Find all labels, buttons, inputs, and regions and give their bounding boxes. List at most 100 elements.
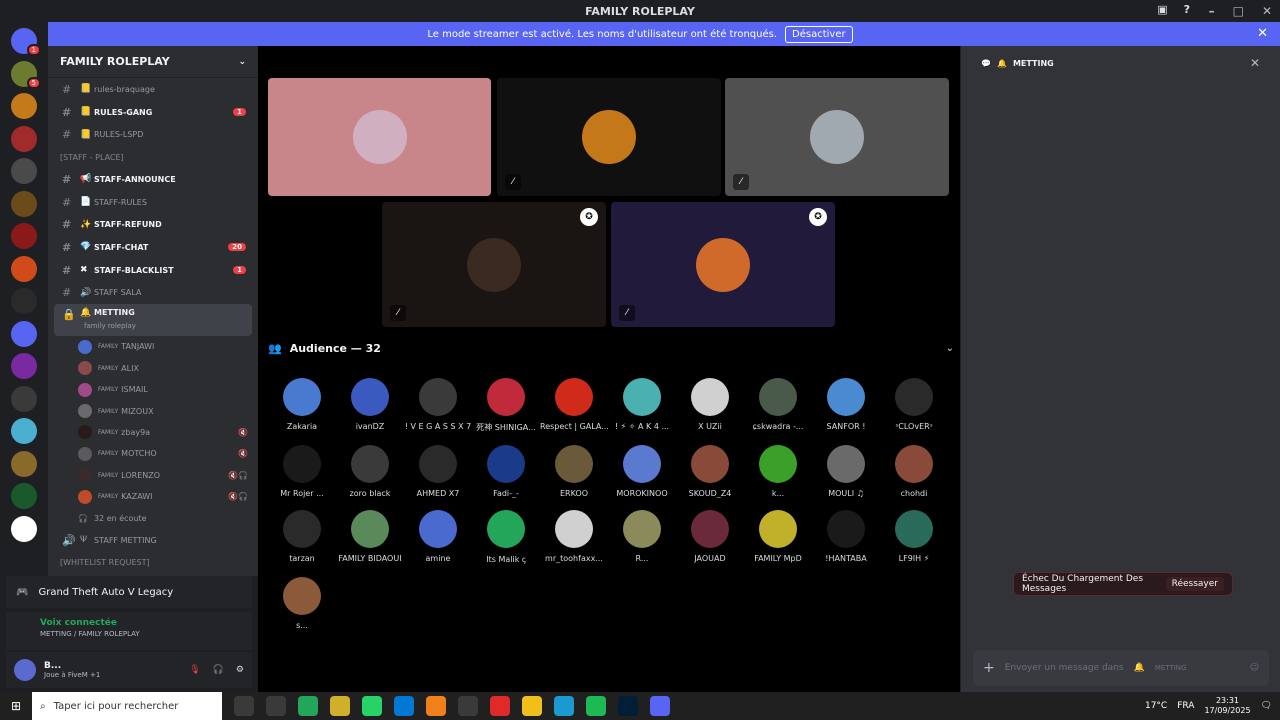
server-icon[interactable]	[11, 125, 37, 152]
voice-user[interactable]: FAMILY MIZOUX	[48, 400, 258, 421]
maximize-button[interactable]: □	[1233, 4, 1244, 18]
audience-member[interactable]: 死神 SHINIGA...	[472, 376, 540, 433]
audience-member[interactable]: Respect | GALA...	[540, 376, 608, 433]
help-icon[interactable]: ?	[1184, 3, 1190, 16]
stage-video-tile[interactable]: ⁄ ✪	[611, 202, 835, 327]
server-icon[interactable]	[11, 385, 37, 412]
audience-member[interactable]: amine	[404, 508, 472, 565]
stage-video-tile[interactable]: ⁄	[725, 78, 949, 196]
notification-icon[interactable]: 🗨	[1261, 701, 1272, 711]
server-icon[interactable]	[11, 255, 37, 282]
app-icon[interactable]	[618, 696, 638, 716]
channel-item[interactable]: # 🔊 STAFF SALA	[48, 282, 258, 305]
audience-member[interactable]: tarzan	[268, 508, 336, 565]
audience-member[interactable]: FAMILY BIDAOUI	[336, 508, 404, 565]
app-icon[interactable]	[394, 696, 414, 716]
server-icon[interactable]	[11, 515, 37, 542]
stage-video-tile[interactable]: ⁄ ✪	[382, 202, 606, 327]
audience-member[interactable]: Fadi-_-	[472, 443, 540, 498]
channel-item[interactable]: # ✨ STAFF-REFUND	[48, 213, 258, 236]
voice-user[interactable]: FAMILY TANJAWI	[48, 336, 258, 357]
app-icon[interactable]	[330, 696, 350, 716]
voice-user[interactable]: FAMILY ISMAIL	[48, 379, 258, 400]
channel-staff-metting[interactable]: 🔊 Ψ STAFF METTING	[48, 529, 258, 552]
audience-member[interactable]: !HANTABA	[812, 508, 880, 565]
voice-user[interactable]: FAMILY zbay9a 🔇	[48, 422, 258, 443]
disable-streamer-button[interactable]: Désactiver	[785, 25, 853, 43]
app-icon[interactable]	[362, 696, 382, 716]
voice-user[interactable]: FAMILY LORENZO 🔇🎧	[48, 465, 258, 486]
audience-member[interactable]: X UZii	[676, 376, 744, 433]
server-icon[interactable]: 1	[11, 28, 41, 56]
chevron-down-icon[interactable]: ⌄	[946, 343, 954, 354]
server-icon[interactable]	[11, 320, 37, 347]
audience-member[interactable]: AHMED X7	[404, 443, 472, 498]
channel-metting[interactable]: 🔒 🔔 METTING family roleplay	[54, 304, 252, 337]
audience-member[interactable]: FAMILY MpD	[744, 508, 812, 565]
server-icon[interactable]	[11, 93, 37, 119]
app-icon[interactable]	[266, 696, 286, 716]
server-icon[interactable]	[11, 223, 37, 249]
audience-member[interactable]: mr_toohfaxx...	[540, 508, 608, 565]
category-whitelist[interactable]: [WHITELIST REQUEST]	[48, 551, 258, 573]
taskbar-search[interactable]: ⌕ Taper ici pour rechercher	[32, 692, 222, 720]
channel-item[interactable]: # 📒 rules-braquage	[48, 78, 258, 101]
channel-item[interactable]: # 📄 STAFF-RULES	[48, 191, 258, 214]
audience-member[interactable]: JAOUAD	[676, 508, 744, 565]
channel-item[interactable]: # 💎 STAFF-CHAT 20	[48, 236, 258, 259]
language[interactable]: FRA	[1177, 701, 1194, 711]
audience-member[interactable]: LF9IH ⚡	[880, 508, 948, 565]
voice-user[interactable]: FAMILY ALIX	[48, 358, 258, 379]
server-icon[interactable]	[11, 418, 37, 444]
app-icon[interactable]	[234, 696, 254, 716]
clock[interactable]: 23:31 17/09/2025	[1204, 696, 1250, 716]
channel-item[interactable]: # 📢 STAFF-ANNOUNCE	[48, 168, 258, 191]
server-icon[interactable]	[11, 353, 37, 379]
audience-member[interactable]: Its Malik ꞔ	[472, 508, 540, 565]
audience-member[interactable]: MOULI ♫	[812, 443, 880, 498]
voice-user[interactable]: FAMILY KAZAWI 🔇🎧	[48, 486, 258, 507]
activity-panel[interactable]: 🎮 Grand Theft Auto V Legacy	[6, 576, 252, 608]
app-icon[interactable]	[426, 696, 446, 716]
audience-member[interactable]: ! ⚡ ✧ A K 4 ...	[608, 376, 676, 433]
audience-member[interactable]: R...	[608, 508, 676, 565]
server-icon[interactable]	[11, 483, 37, 509]
channel-item[interactable]: # 📒 RULES-GANG 1	[48, 101, 258, 124]
close-banner-icon[interactable]: ✕	[1257, 26, 1268, 41]
app-icon[interactable]	[650, 696, 670, 716]
app-icon[interactable]	[554, 696, 574, 716]
retry-button[interactable]: Réessayer	[1165, 577, 1224, 591]
channel-item[interactable]: # 📒 RULES-LSPD	[48, 123, 258, 146]
audience-member[interactable]: ˢCLOᴠERˢ	[880, 376, 948, 433]
emoji-icon[interactable]: ☺	[1250, 663, 1259, 673]
audience-member[interactable]: k...	[744, 443, 812, 498]
audience-member[interactable]: SANFOR !	[812, 376, 880, 433]
category-staff[interactable]: [STAFF - PLACE]	[48, 146, 258, 168]
audience-member[interactable]: ɕskwadra -...	[744, 376, 812, 433]
minimize-button[interactable]: –	[1209, 4, 1215, 18]
guild-header[interactable]: FAMILY ROLEPLAY ⌄	[48, 46, 258, 78]
mute-mic-icon[interactable]: 🎙	[189, 665, 200, 675]
voice-user[interactable]: FAMILY MOTCHO 🔇	[48, 443, 258, 464]
close-chat-icon[interactable]: ✕	[1250, 56, 1260, 70]
stage-video-tile[interactable]	[268, 78, 491, 196]
server-icon[interactable]	[11, 190, 37, 217]
audience-member[interactable]: s...	[268, 575, 336, 630]
app-icon[interactable]	[458, 696, 478, 716]
server-icon[interactable]: 5	[11, 60, 41, 89]
avatar[interactable]	[14, 659, 36, 681]
message-input[interactable]: + Envoyer un message dans 🔔 METTING ☺	[973, 650, 1269, 686]
app-icon[interactable]	[586, 696, 606, 716]
audience-member[interactable]: ! V E G A S S X 7	[404, 376, 472, 433]
server-icon[interactable]	[11, 450, 37, 477]
windows-start-icon[interactable]: ⊞	[0, 699, 32, 713]
app-icon[interactable]	[522, 696, 542, 716]
inbox-icon[interactable]: ▣	[1157, 3, 1167, 16]
audience-member[interactable]: Zakaria	[268, 376, 336, 433]
close-window-button[interactable]: ✕	[1262, 4, 1272, 18]
app-icon[interactable]	[298, 696, 318, 716]
plus-icon[interactable]: +	[983, 660, 995, 676]
audience-member[interactable]: ERKOO	[540, 443, 608, 498]
audience-member[interactable]: Mr Rojer ...	[268, 443, 336, 498]
headset-icon[interactable]: 🎧	[213, 665, 224, 675]
